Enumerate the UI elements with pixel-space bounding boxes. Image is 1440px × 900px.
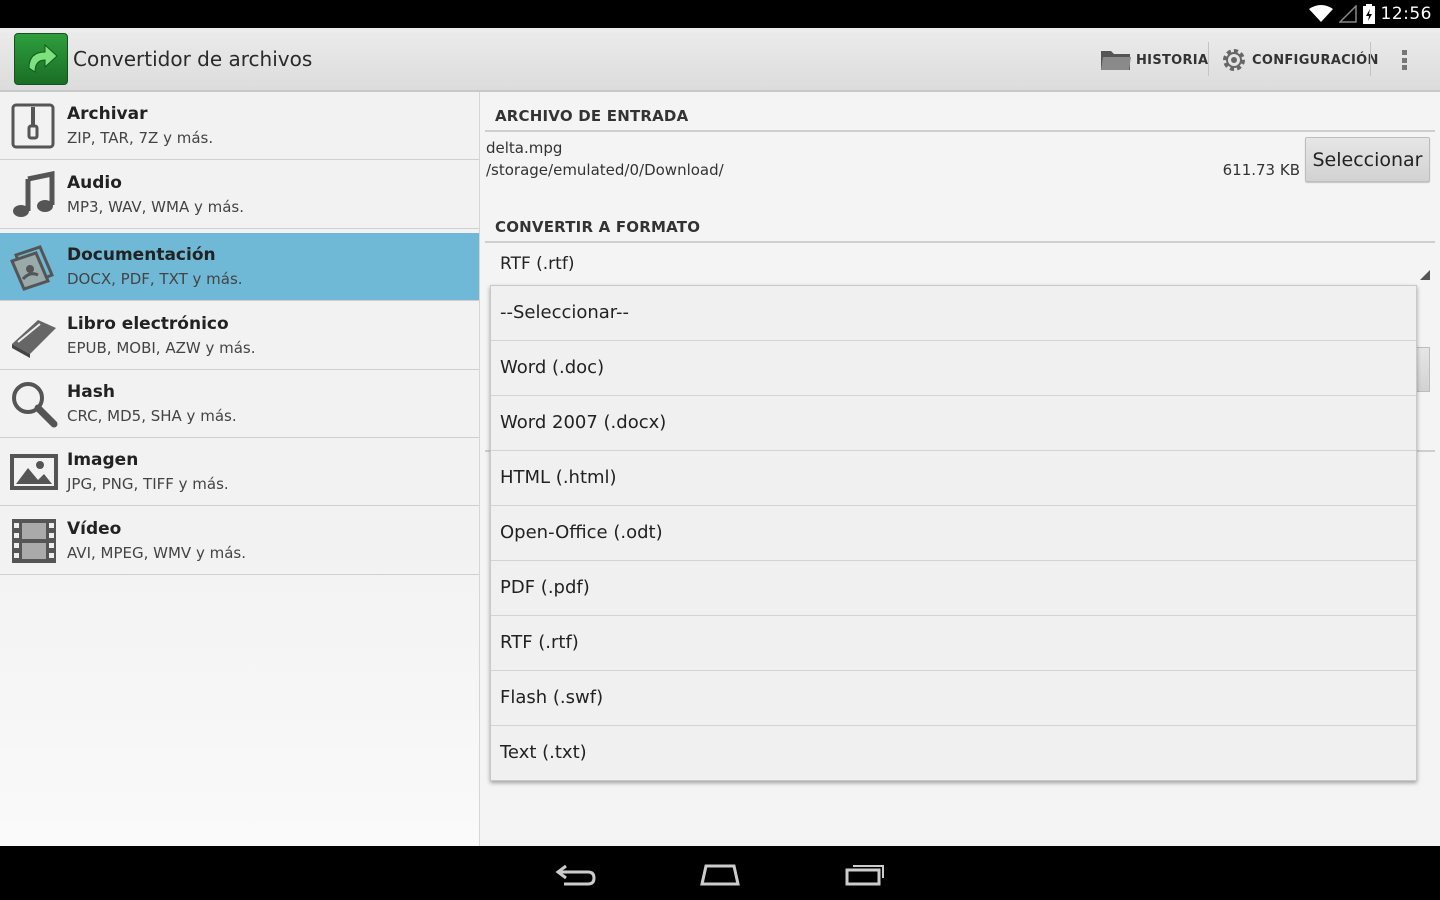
spinner-arrow-icon <box>1420 270 1430 280</box>
sidebar-item-subtitle: ZIP, TAR, 7Z y más. <box>67 129 214 147</box>
sidebar-item-documents[interactable]: Documentación DOCX, PDF, TXT y más. <box>0 233 479 301</box>
input-file-path: /storage/emulated/0/Download/ <box>486 161 724 179</box>
sidebar-item-video[interactable]: Vídeo AVI, MPEG, WMV y más. <box>0 507 479 575</box>
sidebar-item-subtitle: EPUB, MOBI, AZW y más. <box>67 339 256 357</box>
sidebar-item-image[interactable]: Imagen JPG, PNG, TIFF y más. <box>0 438 479 506</box>
action-bar: Convertidor de archivos HISTORIA CONFIGU… <box>0 28 1440 92</box>
input-file-header: ARCHIVO DE ENTRADA <box>495 107 689 125</box>
history-label: HISTORIA <box>1136 52 1209 68</box>
sidebar-item-subtitle: CRC, MD5, SHA y más. <box>67 407 237 425</box>
section-divider <box>485 130 1435 132</box>
recent-apps-icon[interactable] <box>843 858 887 890</box>
format-dropdown-list: --Seleccionar-- Word (.doc) Word 2007 (.… <box>490 285 1417 781</box>
format-header: CONVERTIR A FORMATO <box>495 218 701 236</box>
sidebar-item-title: Audio <box>67 173 122 193</box>
dropdown-option[interactable]: PDF (.pdf) <box>491 561 1416 616</box>
dropdown-option-label: Open-Office (.odt) <box>500 522 663 543</box>
input-file-name: delta.mpg <box>486 139 563 157</box>
sidebar-item-title: Libro electrónico <box>67 314 229 334</box>
sidebar-item-title: Hash <box>67 382 115 402</box>
dropdown-option[interactable]: Flash (.swf) <box>491 671 1416 726</box>
home-icon[interactable] <box>698 858 742 890</box>
sidebar-item-subtitle: MP3, WAV, WMA y más. <box>67 198 245 216</box>
dropdown-option[interactable]: RTF (.rtf) <box>491 616 1416 671</box>
wifi-icon <box>1308 5 1333 22</box>
document-icon <box>10 245 54 291</box>
clock: 12:56 <box>1380 4 1432 24</box>
action-divider <box>1370 42 1371 76</box>
dropdown-option-label: --Seleccionar-- <box>500 302 630 323</box>
signal-icon <box>1338 5 1357 23</box>
settings-button[interactable]: CONFIGURACIÓN <box>1220 42 1379 78</box>
sidebar-item-ebook[interactable]: Libro electrónico EPUB, MOBI, AZW y más. <box>0 302 479 370</box>
dropdown-option-label: PDF (.pdf) <box>500 577 590 598</box>
sidebar-item-title: Vídeo <box>67 519 122 539</box>
settings-label: CONFIGURACIÓN <box>1252 52 1379 68</box>
magnifier-icon <box>12 382 58 428</box>
select-file-button[interactable]: Seleccionar <box>1305 137 1430 182</box>
dropdown-option-label: Word 2007 (.docx) <box>500 412 667 433</box>
status-bar: 12:56 <box>0 0 1440 28</box>
navigation-bar <box>0 846 1440 900</box>
input-file-size: 611.73 KB <box>1222 161 1300 179</box>
dropdown-option[interactable]: --Seleccionar-- <box>491 286 1416 341</box>
overflow-menu-icon[interactable] <box>1394 46 1414 74</box>
dropdown-option[interactable]: Word (.doc) <box>491 341 1416 396</box>
history-button[interactable]: HISTORIA <box>1100 42 1208 78</box>
back-icon[interactable] <box>554 858 598 890</box>
status-indicators: 12:56 <box>1308 0 1433 28</box>
format-spinner[interactable]: RTF (.rtf) <box>486 244 1436 282</box>
app-title: Convertidor de archivos <box>73 47 313 71</box>
dropdown-option[interactable]: Text (.txt) <box>491 726 1416 781</box>
gear-icon <box>1223 49 1245 71</box>
format-spinner-value: RTF (.rtf) <box>500 254 575 274</box>
sidebar-item-subtitle: JPG, PNG, TIFF y más. <box>67 475 229 493</box>
dropdown-option-label: RTF (.rtf) <box>500 632 579 653</box>
battery-icon <box>1362 4 1375 24</box>
dropdown-option-label: Text (.txt) <box>500 742 587 763</box>
sidebar-item-subtitle: AVI, MPEG, WMV y más. <box>67 544 246 562</box>
action-divider <box>1208 42 1209 76</box>
section-divider <box>485 241 1435 243</box>
dropdown-option-label: Flash (.swf) <box>500 687 604 708</box>
dropdown-option[interactable]: Word 2007 (.docx) <box>491 396 1416 451</box>
dropdown-option-label: HTML (.html) <box>500 467 617 488</box>
app-logo-icon[interactable] <box>14 33 68 85</box>
sidebar-item-subtitle: DOCX, PDF, TXT y más. <box>67 270 243 288</box>
sidebar-item-title: Imagen <box>67 450 139 470</box>
sidebar-item-audio[interactable]: Audio MP3, WAV, WMA y más. <box>0 161 479 229</box>
archive-icon <box>11 103 55 149</box>
folder-icon <box>1101 51 1131 70</box>
dropdown-option[interactable]: Open-Office (.odt) <box>491 506 1416 561</box>
image-icon <box>10 454 58 490</box>
film-icon <box>12 519 56 563</box>
sidebar-item-hash[interactable]: Hash CRC, MD5, SHA y más. <box>0 370 479 438</box>
sidebar-item-archive[interactable]: Archivar ZIP, TAR, 7Z y más. <box>0 92 479 160</box>
book-icon <box>12 320 56 358</box>
category-sidebar: Archivar ZIP, TAR, 7Z y más. Audio MP3, … <box>0 92 480 846</box>
sidebar-item-title: Archivar <box>67 104 148 124</box>
sidebar-item-title: Documentación <box>67 245 216 265</box>
dropdown-option[interactable]: HTML (.html) <box>491 451 1416 506</box>
dropdown-option-label: Word (.doc) <box>500 357 605 378</box>
music-note-icon <box>13 171 55 217</box>
